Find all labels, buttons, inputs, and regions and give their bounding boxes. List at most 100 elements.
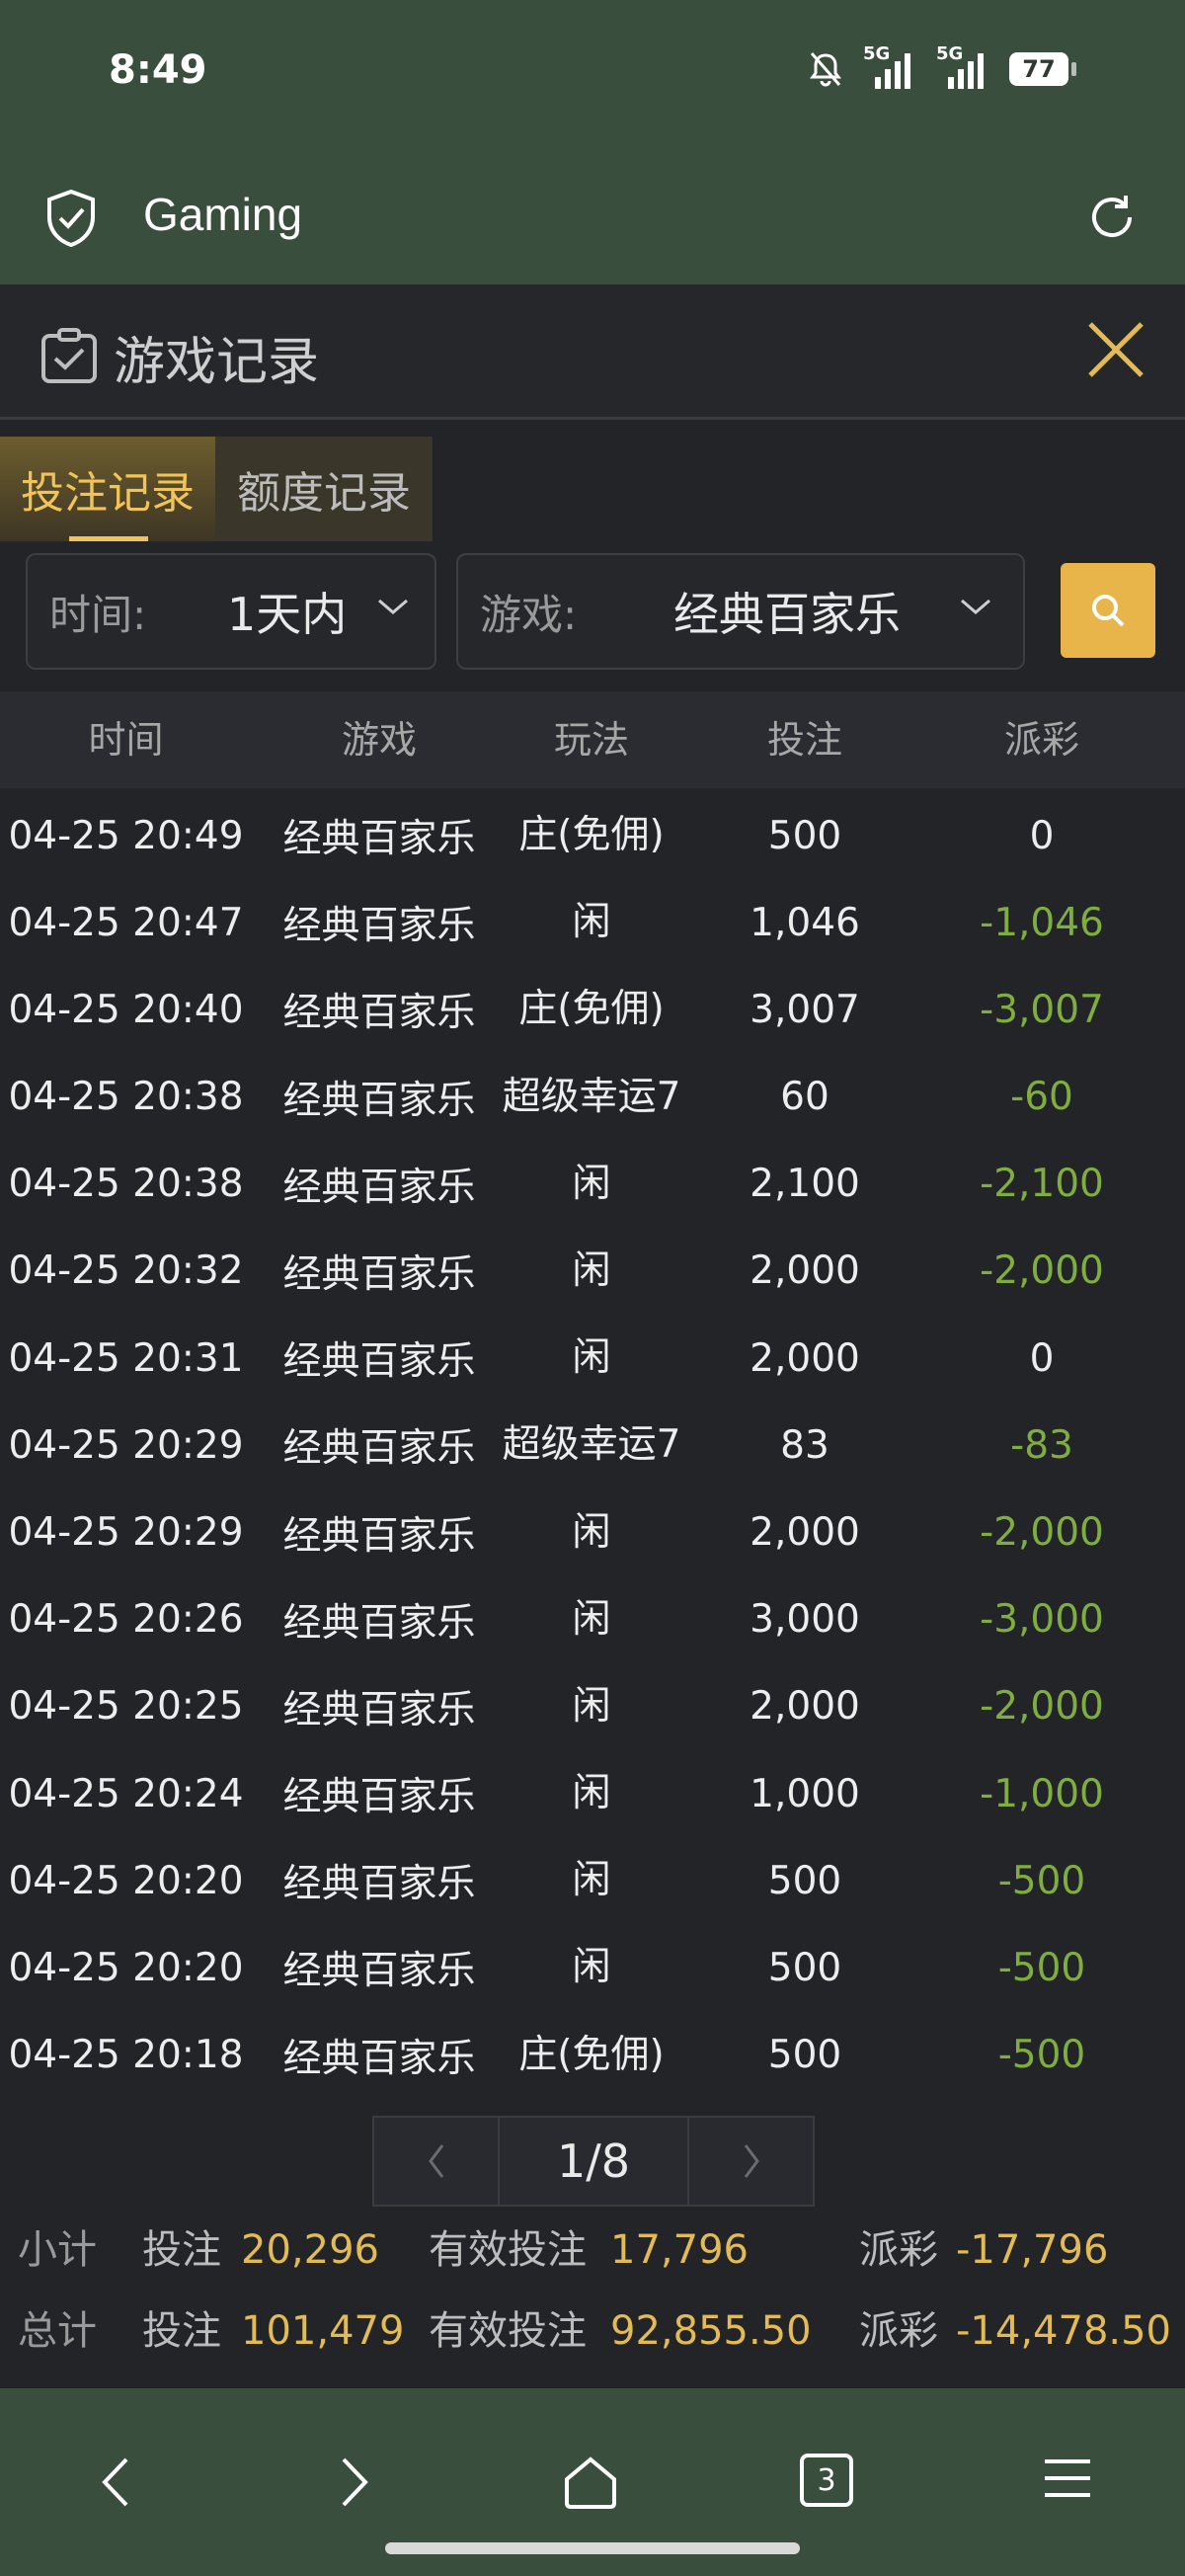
subtotal-payout-value: -17,796 [956,2227,1109,2273]
cell-bet: 1,000 [750,1771,860,1816]
cell-payout: -60 [1010,1075,1073,1120]
subtotal-valid-label: 有效投注 [429,2227,587,2273]
cell-time: 04-25 20:32 [8,1248,244,1294]
cell-game: 经典百家乐 [282,1862,476,1907]
signal-5g-icon: 5G [863,43,918,89]
table-row: 04-25 20:38 经典百家乐 闲 2,100 -2,100 [0,1141,1185,1228]
cell-bet: 2,000 [750,1510,860,1555]
page-indicator: 1/8 [498,2118,689,2205]
cell-play: 超级幸运7 [502,1422,681,1468]
cell-time: 04-25 20:47 [8,900,244,945]
total-bet-label: 投注 [142,2308,221,2354]
cell-time: 04-25 20:18 [8,2033,244,2078]
game-filter-value: 经典百家乐 [673,588,901,641]
cell-play: 闲 [572,1596,611,1642]
cell-bet: 2,100 [750,1162,860,1207]
search-button[interactable] [1061,563,1155,658]
time-filter-value: 1天内 [227,588,348,641]
table-header: 时间 游戏 玩法 投注 派彩 [0,691,1185,788]
cell-play: 庄(免佣) [518,987,665,1032]
cell-game: 经典百家乐 [282,1426,476,1472]
cell-game: 经典百家乐 [282,1078,476,1123]
cell-payout: -2,000 [980,1248,1104,1294]
cell-payout: -83 [1010,1422,1073,1468]
cell-time: 04-25 20:24 [8,1771,244,1816]
cell-bet: 500 [767,1858,842,1903]
cell-payout: -3,007 [980,987,1104,1032]
modal-header: 游戏记录 [0,284,1185,420]
tab-bet-records[interactable]: 投注记录 [0,437,215,541]
forward-icon[interactable] [332,2454,375,2511]
cell-game: 经典百家乐 [282,2036,476,2081]
cell-play: 闲 [572,1248,611,1293]
tab-credit-records[interactable]: 额度记录 [215,437,433,541]
cell-game: 经典百家乐 [282,1775,476,1820]
game-filter-select[interactable]: 游戏: 经典百家乐 [456,553,1025,670]
cell-payout: -500 [997,1945,1086,1990]
column-header-bet: 投注 [766,718,842,762]
tabs-count: 3 [817,2462,836,2498]
chevron-down-icon [378,599,408,614]
cell-game: 经典百家乐 [282,1165,476,1210]
app-bar: Gaming [0,158,1185,284]
subtotal-label: 小计 [18,2227,97,2273]
home-indicator[interactable] [385,2542,800,2554]
cell-payout: -2,100 [980,1162,1104,1207]
cell-payout: -3,000 [980,1597,1104,1643]
app-title: Gaming [143,189,303,240]
cell-bet: 83 [780,1422,830,1468]
search-icon [1092,595,1125,627]
cell-payout: 0 [1029,813,1055,858]
subtotal-payout-label: 派彩 [859,2227,938,2273]
table-row: 04-25 20:40 经典百家乐 庄(免佣) 3,007 -3,007 [0,966,1185,1053]
home-icon[interactable] [561,2454,620,2511]
subtotal-bet-label: 投注 [142,2227,221,2273]
cell-bet: 500 [767,2033,842,2078]
pagination: 1/8 [372,2116,815,2207]
cell-time: 04-25 20:40 [8,987,244,1032]
cell-game: 经典百家乐 [282,1687,476,1732]
chevron-left-icon [428,2144,443,2178]
shield-check-icon [47,189,95,248]
menu-icon[interactable] [1041,2454,1094,2503]
cell-bet: 2,000 [750,1335,860,1381]
table-row: 04-25 20:20 经典百家乐 闲 500 -500 [0,1837,1185,1924]
cell-payout: -500 [997,1858,1086,1903]
total-payout-label: 派彩 [859,2308,938,2354]
modal-title: 游戏记录 [114,333,320,392]
refresh-icon[interactable] [1082,188,1142,247]
bet-record-list: 04-25 20:49 经典百家乐 庄(免佣) 500 0 04-25 20:47 经典百家… [0,792,1185,2099]
cell-play: 闲 [572,1771,611,1816]
cell-play: 闲 [572,900,611,945]
cell-play: 闲 [572,1335,611,1381]
cell-bet: 3,000 [750,1597,860,1643]
total-label: 总计 [18,2308,97,2354]
table-row: 04-25 20:18 经典百家乐 庄(免佣) 500 -500 [0,2012,1185,2099]
next-page-button[interactable] [689,2118,813,2205]
cell-bet: 500 [767,1945,842,1990]
back-icon[interactable] [95,2454,138,2511]
cell-payout: -500 [997,2033,1086,2078]
table-row: 04-25 20:29 经典百家乐 闲 2,000 -2,000 [0,1489,1185,1576]
table-row: 04-25 20:47 经典百家乐 闲 1,046 -1,046 [0,879,1185,966]
status-icons: 5G 5G 77 [806,43,1076,89]
table-row: 04-25 20:31 经典百家乐 闲 2,000 0 [0,1315,1185,1402]
cell-play: 超级幸运7 [502,1074,681,1119]
tabs-count-button[interactable]: 3 [800,2454,853,2507]
cell-bet: 60 [780,1075,830,1120]
status-bar: 8:49 5G 5G 77 [0,0,1185,158]
cell-play: 闲 [572,1161,611,1206]
cell-time: 04-25 20:49 [8,813,244,858]
cell-time: 04-25 20:20 [8,1858,244,1903]
cell-play: 闲 [572,1509,611,1555]
cell-game: 经典百家乐 [282,904,476,949]
column-header-game: 游戏 [341,718,417,762]
time-filter-select[interactable]: 时间: 1天内 [26,553,436,670]
close-icon[interactable] [1084,318,1147,381]
cell-game: 经典百家乐 [282,1949,476,1994]
subtotal-bet-value: 20,296 [241,2227,379,2273]
signal-5g-icon: 5G [936,43,991,89]
previous-page-button[interactable] [374,2118,498,2205]
cell-time: 04-25 20:31 [8,1335,244,1381]
cell-game: 经典百家乐 [282,817,476,861]
